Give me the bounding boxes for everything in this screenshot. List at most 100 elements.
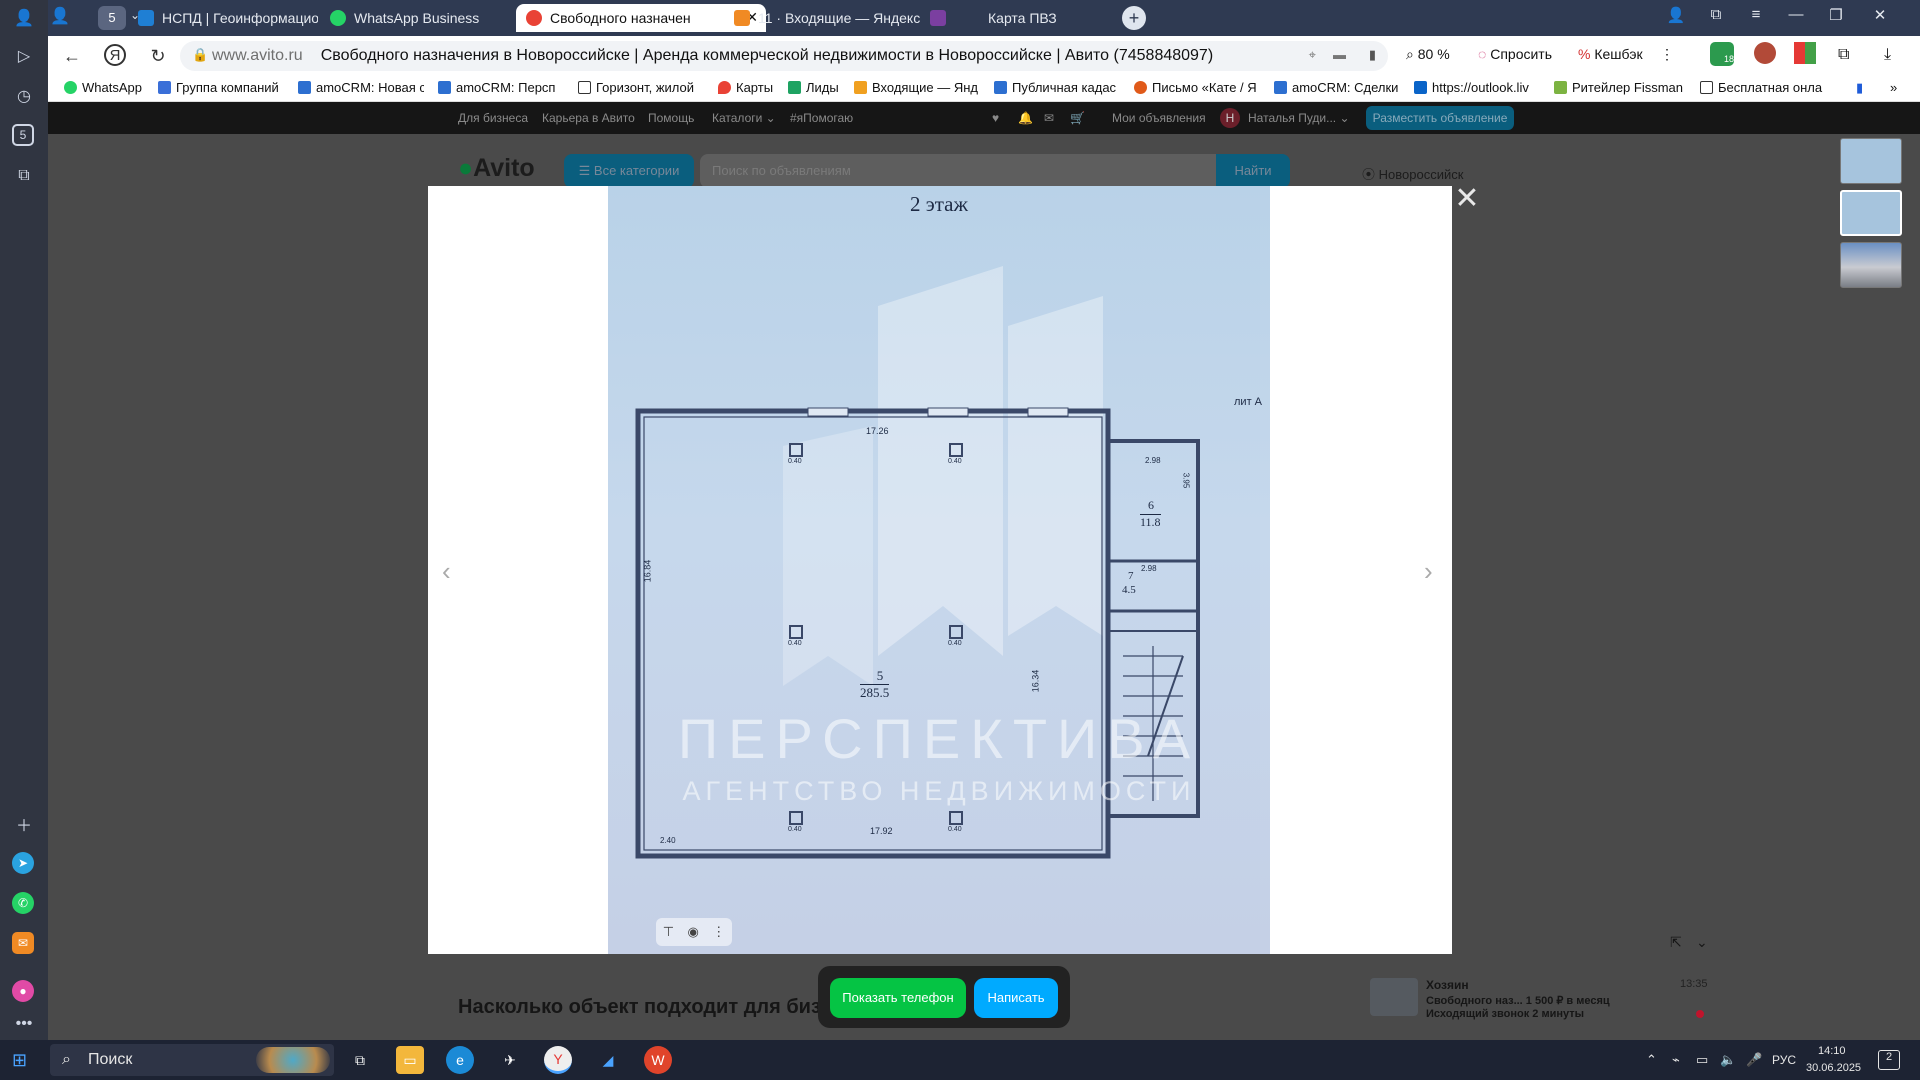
thumbnail-building-photo[interactable] bbox=[1840, 242, 1902, 288]
whatsapp-side-icon[interactable]: ✆ bbox=[12, 892, 34, 914]
new-tab-button[interactable]: + bbox=[1122, 6, 1146, 30]
show-phone-button[interactable]: Показать телефон bbox=[830, 978, 966, 1018]
profile-icon[interactable]: 👤 bbox=[12, 6, 36, 30]
bookmark-item[interactable]: Группа компаний bbox=[158, 80, 286, 95]
clock-date[interactable]: 30.06.2025 bbox=[1806, 1062, 1861, 1074]
play-icon[interactable]: ▷ bbox=[12, 44, 36, 68]
tab-group-badge[interactable]: 5 bbox=[98, 6, 126, 30]
download-icon[interactable]: ⤓ bbox=[1884, 46, 1891, 64]
extension-badge-icon[interactable]: 18 bbox=[1710, 42, 1734, 66]
telegram-icon[interactable]: ➤ bbox=[12, 852, 34, 874]
bookmark-item[interactable]: Письмо «Кате / Я bbox=[1134, 80, 1258, 95]
account-sync-icon[interactable]: 👤 bbox=[1662, 6, 1690, 24]
restore-button[interactable]: ❐ bbox=[1822, 6, 1850, 24]
wps-icon[interactable]: W bbox=[644, 1046, 672, 1074]
ask-button[interactable]: ◌ Спросить bbox=[1478, 46, 1552, 62]
task-view-icon[interactable]: ⧉ bbox=[346, 1046, 374, 1074]
back-arrow-icon[interactable]: ← bbox=[60, 44, 84, 68]
bookmark-item[interactable]: Публичная кадас bbox=[994, 80, 1120, 95]
chat-icon[interactable]: ▬ bbox=[1333, 47, 1346, 62]
file-explorer-icon[interactable]: ▭ bbox=[396, 1046, 424, 1074]
bookmark-item[interactable]: Горизонт, жилой bbox=[578, 80, 702, 95]
tray-overflow-chevron-icon[interactable]: ⌃ bbox=[1646, 1052, 1657, 1068]
minimize-button[interactable]: — bbox=[1782, 6, 1810, 23]
clock-time[interactable]: 14:10 bbox=[1818, 1045, 1846, 1057]
alice-icon[interactable]: ● bbox=[12, 980, 34, 1002]
tab-nspd[interactable]: НСПД | Геоинформацио bbox=[128, 4, 318, 32]
cart-icon[interactable]: 🛒 bbox=[1070, 111, 1085, 125]
write-message-button[interactable]: Написать bbox=[974, 978, 1058, 1018]
network-icon[interactable]: ⌁ bbox=[1672, 1052, 1680, 1068]
taskbar-search[interactable]: ⌕ Поиск bbox=[50, 1044, 334, 1076]
bookmark-item[interactable]: Входящие — Янд bbox=[854, 80, 984, 95]
messages-icon[interactable]: ✉ bbox=[1044, 111, 1054, 125]
mail-side-icon[interactable]: ✉ bbox=[12, 932, 34, 954]
reload-icon[interactable]: ↻ bbox=[146, 44, 170, 68]
cashback-button[interactable]: % Кешбэк bbox=[1578, 46, 1643, 62]
city-selector[interactable]: ⦿ Новороссийск bbox=[1362, 164, 1463, 183]
open-chat-icon[interactable]: ⇱ bbox=[1670, 934, 1682, 951]
search-input[interactable]: Поиск по объявлениям bbox=[700, 154, 1216, 188]
nav-career[interactable]: Карьера в Авито bbox=[542, 111, 635, 125]
add-panel-icon[interactable]: ＋ bbox=[12, 812, 36, 836]
close-lightbox-icon[interactable]: ✕ bbox=[1450, 182, 1484, 216]
avito-logo[interactable]: ●Avito bbox=[458, 154, 535, 183]
more-menu-icon[interactable]: ⋮ bbox=[1660, 46, 1674, 63]
notifications-icon[interactable]: 🔔 bbox=[1018, 111, 1033, 125]
bookmark-item[interactable]: Лиды bbox=[788, 80, 854, 95]
yandex-browser-icon[interactable]: Y bbox=[544, 1046, 572, 1074]
app-icon[interactable]: ◢ bbox=[594, 1046, 622, 1074]
collapse-chevron-icon[interactable]: ⌄ bbox=[1696, 934, 1708, 951]
extension-colorful-icon[interactable] bbox=[1794, 42, 1816, 64]
bookmark-item[interactable]: amoCRM: Новая с bbox=[298, 80, 424, 95]
bookmark-item[interactable]: Карты bbox=[718, 80, 790, 95]
more-options-icon[interactable]: ⋮ bbox=[712, 924, 725, 940]
user-avatar[interactable]: Н bbox=[1220, 108, 1240, 128]
display-icon[interactable]: ▭ bbox=[1696, 1052, 1708, 1068]
my-ads-link[interactable]: Мои объявления bbox=[1112, 111, 1206, 125]
bookmark-item[interactable]: https://outlook.liv bbox=[1414, 80, 1542, 95]
close-window-button[interactable]: ✕ bbox=[1866, 6, 1894, 24]
extension-avatar-icon[interactable] bbox=[1754, 42, 1776, 64]
history-icon[interactable]: ◷ bbox=[12, 84, 36, 108]
tab-counter[interactable]: 5 bbox=[12, 124, 34, 146]
next-image-chevron-icon[interactable]: › bbox=[1424, 556, 1433, 587]
language-indicator[interactable]: РУС bbox=[1772, 1053, 1796, 1067]
translate-icon[interactable]: ⊤ bbox=[663, 924, 674, 940]
thumbnail-floor-plan-1[interactable] bbox=[1840, 138, 1902, 184]
bookmark-item[interactable]: amoCRM: Сделки bbox=[1274, 80, 1398, 95]
bookmark-item[interactable]: WhatsApp bbox=[64, 80, 164, 95]
tab-yandex-mail[interactable]: 11 · Входящие — Яндекс bbox=[724, 4, 952, 32]
nav-help[interactable]: Помощь bbox=[648, 111, 694, 125]
nav-catalogs[interactable]: Каталоги ⌄ bbox=[712, 111, 776, 125]
screenshot-icon[interactable]: ⧉ bbox=[12, 164, 36, 188]
volume-icon[interactable]: 🔈 bbox=[1720, 1052, 1736, 1068]
prev-image-chevron-icon[interactable]: ‹ bbox=[442, 556, 451, 587]
bookmark-icon[interactable]: ▮ bbox=[1369, 47, 1376, 63]
all-categories-button[interactable]: ☰ Все категории bbox=[564, 154, 694, 188]
search-button[interactable]: Найти bbox=[1216, 154, 1290, 188]
user-menu[interactable]: Наталья Пуди... ⌄ bbox=[1248, 111, 1350, 125]
post-ad-button[interactable]: Разместить объявление bbox=[1366, 106, 1514, 130]
notifications-button[interactable]: 2 bbox=[1878, 1050, 1900, 1070]
thumbnail-floor-plan-2[interactable] bbox=[1840, 190, 1902, 236]
more-bookmarks-icon[interactable]: » bbox=[1890, 80, 1910, 95]
reader-mode-icon[interactable]: ⌖ bbox=[1309, 47, 1316, 63]
yandex-logo-icon[interactable]: Я bbox=[104, 44, 126, 66]
url-field[interactable]: 🔒 www.avito.ru Свободного назначения в Н… bbox=[180, 41, 1388, 71]
favorites-icon[interactable]: ♥ bbox=[992, 111, 999, 125]
extra-bookmark-icon[interactable]: ▮ bbox=[1856, 80, 1876, 96]
camera-app-icon[interactable]: ✈ bbox=[496, 1046, 524, 1074]
more-dots-icon[interactable]: ••• bbox=[12, 1012, 36, 1036]
microphone-icon[interactable]: 🎤 bbox=[1746, 1052, 1762, 1068]
camera-search-icon[interactable]: ◉ bbox=[687, 924, 698, 940]
bookmark-item[interactable]: Ритейлер Fissman bbox=[1554, 80, 1684, 95]
collections-icon[interactable]: ⧉ bbox=[1702, 6, 1730, 23]
downloads-panel-icon[interactable]: ⧉ bbox=[1838, 46, 1849, 64]
nav-business[interactable]: Для бизнеса bbox=[458, 111, 528, 125]
windows-start-icon[interactable]: ⊞ bbox=[12, 1050, 32, 1070]
nav-ihelp[interactable]: #яПомогаю bbox=[790, 111, 853, 125]
edge-icon[interactable]: e bbox=[446, 1046, 474, 1074]
menu-icon[interactable]: ≡ bbox=[1742, 6, 1770, 23]
bookmark-item[interactable]: amoCRM: Персп bbox=[438, 80, 560, 95]
